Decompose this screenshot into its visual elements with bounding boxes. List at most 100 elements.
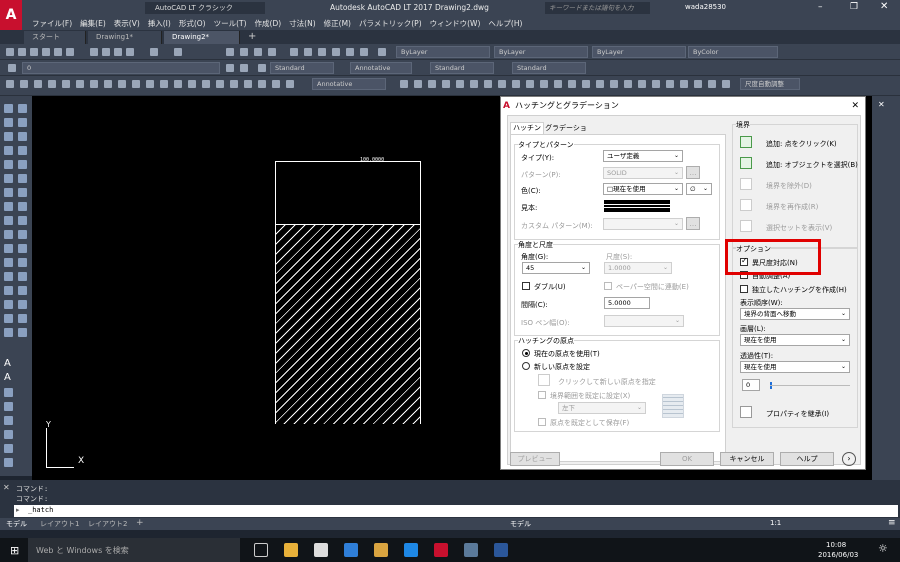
properties-palette-strip[interactable]: ✕: [872, 96, 900, 480]
tab-layout2[interactable]: レイアウト2: [88, 519, 127, 529]
aligned-dim-icon[interactable]: [286, 80, 294, 88]
insert-block-icon[interactable]: [146, 80, 154, 88]
menu-view[interactable]: 表示(V): [114, 18, 140, 29]
text-style-combo[interactable]: Standard: [270, 62, 334, 74]
layer-previous-icon[interactable]: [240, 64, 248, 72]
draw-line-icon[interactable]: [6, 80, 14, 88]
annotative-scale-combo[interactable]: Annotative: [312, 78, 386, 90]
separate-hatches-checkbox[interactable]: [740, 285, 748, 293]
custom-pattern-browse-button[interactable]: …: [686, 217, 700, 230]
tab-model[interactable]: モデル: [6, 519, 27, 529]
tab-drawing1[interactable]: Drawing1*: [88, 31, 162, 44]
cancel-button[interactable]: キャンセル: [720, 452, 774, 466]
preview-icon[interactable]: [54, 48, 62, 56]
preview-button[interactable]: プレビュー: [510, 452, 560, 466]
markup-icon[interactable]: [346, 48, 354, 56]
add-layout-icon[interactable]: +: [136, 518, 144, 528]
quickcalc-icon[interactable]: [360, 48, 368, 56]
close-icon[interactable]: ✕: [880, 1, 888, 12]
quick-dim-icon[interactable]: [484, 80, 492, 88]
add-select-icon[interactable]: [740, 157, 752, 169]
autocad-logo-icon[interactable]: A: [0, 0, 22, 30]
windows-start-icon[interactable]: ⊞: [10, 544, 19, 557]
scale-combo[interactable]: 1.0000 ⌄: [604, 262, 672, 274]
fillet-tool-icon[interactable]: [18, 300, 27, 309]
menu-help[interactable]: ヘルプ(H): [488, 18, 522, 29]
word-icon[interactable]: [494, 543, 508, 557]
table-icon[interactable]: [230, 80, 238, 88]
print-icon[interactable]: [42, 48, 50, 56]
layer-control[interactable]: 0: [22, 62, 220, 74]
design-center-icon[interactable]: [304, 48, 312, 56]
draw-circle-icon[interactable]: [76, 80, 84, 88]
dim-style-combo[interactable]: Standard: [430, 62, 494, 74]
table-style-combo[interactable]: Standard: [512, 62, 586, 74]
add-pick-icon[interactable]: [740, 136, 752, 148]
layer-combo[interactable]: ByLayer: [396, 46, 490, 58]
rectang-tool-icon[interactable]: [4, 160, 13, 169]
paste-icon[interactable]: [114, 48, 122, 56]
dim-radius-icon[interactable]: [428, 80, 436, 88]
taskbar-search[interactable]: Web と Windows を検索: [28, 538, 240, 562]
xline-tool-icon[interactable]: [4, 118, 13, 127]
command-input[interactable]: ▸ _hatch: [14, 505, 898, 517]
remove-boundary-button[interactable]: 境界を除外(D): [766, 181, 812, 191]
dim-text-edit-icon[interactable]: [624, 80, 632, 88]
tolerance-icon[interactable]: [554, 80, 562, 88]
search-input[interactable]: キーワードまたは語句を入力: [545, 2, 650, 14]
copy-icon[interactable]: [102, 48, 110, 56]
origin-position-combo[interactable]: 左下 ⌄: [558, 402, 646, 414]
pattern-browse-button[interactable]: …: [686, 166, 700, 179]
lineweight-combo[interactable]: ByLayer: [592, 46, 686, 58]
ie-icon[interactable]: [404, 543, 418, 557]
abc-tool-icon[interactable]: [4, 416, 13, 425]
dim-edit-icon[interactable]: [610, 80, 618, 88]
new-icon[interactable]: [6, 48, 14, 56]
chamfer-tool-icon[interactable]: [18, 286, 27, 295]
arc-tool-icon[interactable]: [4, 174, 13, 183]
type-combo[interactable]: ユーザ定義 ⌄: [603, 150, 683, 162]
join-tool-icon[interactable]: [18, 272, 27, 281]
minimize-icon[interactable]: –: [818, 2, 823, 12]
pan-icon[interactable]: [226, 48, 234, 56]
recreate-boundary-icon[interactable]: [740, 199, 752, 211]
draw-order-combo[interactable]: 境界の背面へ移動 ⌄: [740, 308, 850, 320]
menu-format[interactable]: 形式(O): [179, 18, 206, 29]
dim-jogged-icon[interactable]: [442, 80, 450, 88]
remove-boundary-icon[interactable]: [740, 178, 752, 190]
linetype-combo[interactable]: ByLayer: [494, 46, 588, 58]
hatch-pattern[interactable]: [276, 224, 420, 424]
gradient-tool-icon[interactable]: [4, 300, 13, 309]
ellipse-tool-icon[interactable]: [4, 230, 13, 239]
model-space-toggle[interactable]: モデル: [510, 519, 531, 529]
array-tool-icon[interactable]: [18, 160, 27, 169]
menu-window[interactable]: ウィンドウ(W): [430, 18, 481, 29]
line-tool-icon[interactable]: [4, 104, 13, 113]
edge-icon[interactable]: [344, 543, 358, 557]
mleader-style-icon[interactable]: [722, 80, 730, 88]
insert-tool-icon[interactable]: [4, 244, 13, 253]
mtext-tool-icon[interactable]: [18, 328, 27, 337]
undo-icon[interactable]: [150, 48, 158, 56]
menu-file[interactable]: ファイル(F): [32, 18, 72, 29]
dim-space-icon[interactable]: [526, 80, 534, 88]
default-boundary-checkbox[interactable]: [538, 391, 546, 399]
region-tool-icon[interactable]: [4, 314, 13, 323]
inherit-properties-icon[interactable]: [740, 406, 752, 418]
dim-continue-icon[interactable]: [512, 80, 520, 88]
tab-gradient[interactable]: グラデーション: [544, 123, 588, 143]
palette-close-icon[interactable]: ✕: [878, 100, 885, 109]
draw-revcloud-icon[interactable]: [90, 80, 98, 88]
extend-tool-icon[interactable]: [18, 244, 27, 253]
dim-break-icon[interactable]: [540, 80, 548, 88]
transparency-slider-track[interactable]: [770, 385, 850, 386]
dim-diameter-icon[interactable]: [456, 80, 464, 88]
open-icon[interactable]: [18, 48, 26, 56]
polygon-tool-icon[interactable]: [4, 146, 13, 155]
menu-tools[interactable]: ツール(T): [214, 18, 247, 29]
add-select-button[interactable]: 追加: オブジェクトを選択(B): [766, 160, 858, 170]
point-icon[interactable]: [174, 80, 182, 88]
menu-edit[interactable]: 編集(E): [80, 18, 106, 29]
region-icon[interactable]: [216, 80, 224, 88]
task-view-icon[interactable]: [254, 543, 268, 557]
